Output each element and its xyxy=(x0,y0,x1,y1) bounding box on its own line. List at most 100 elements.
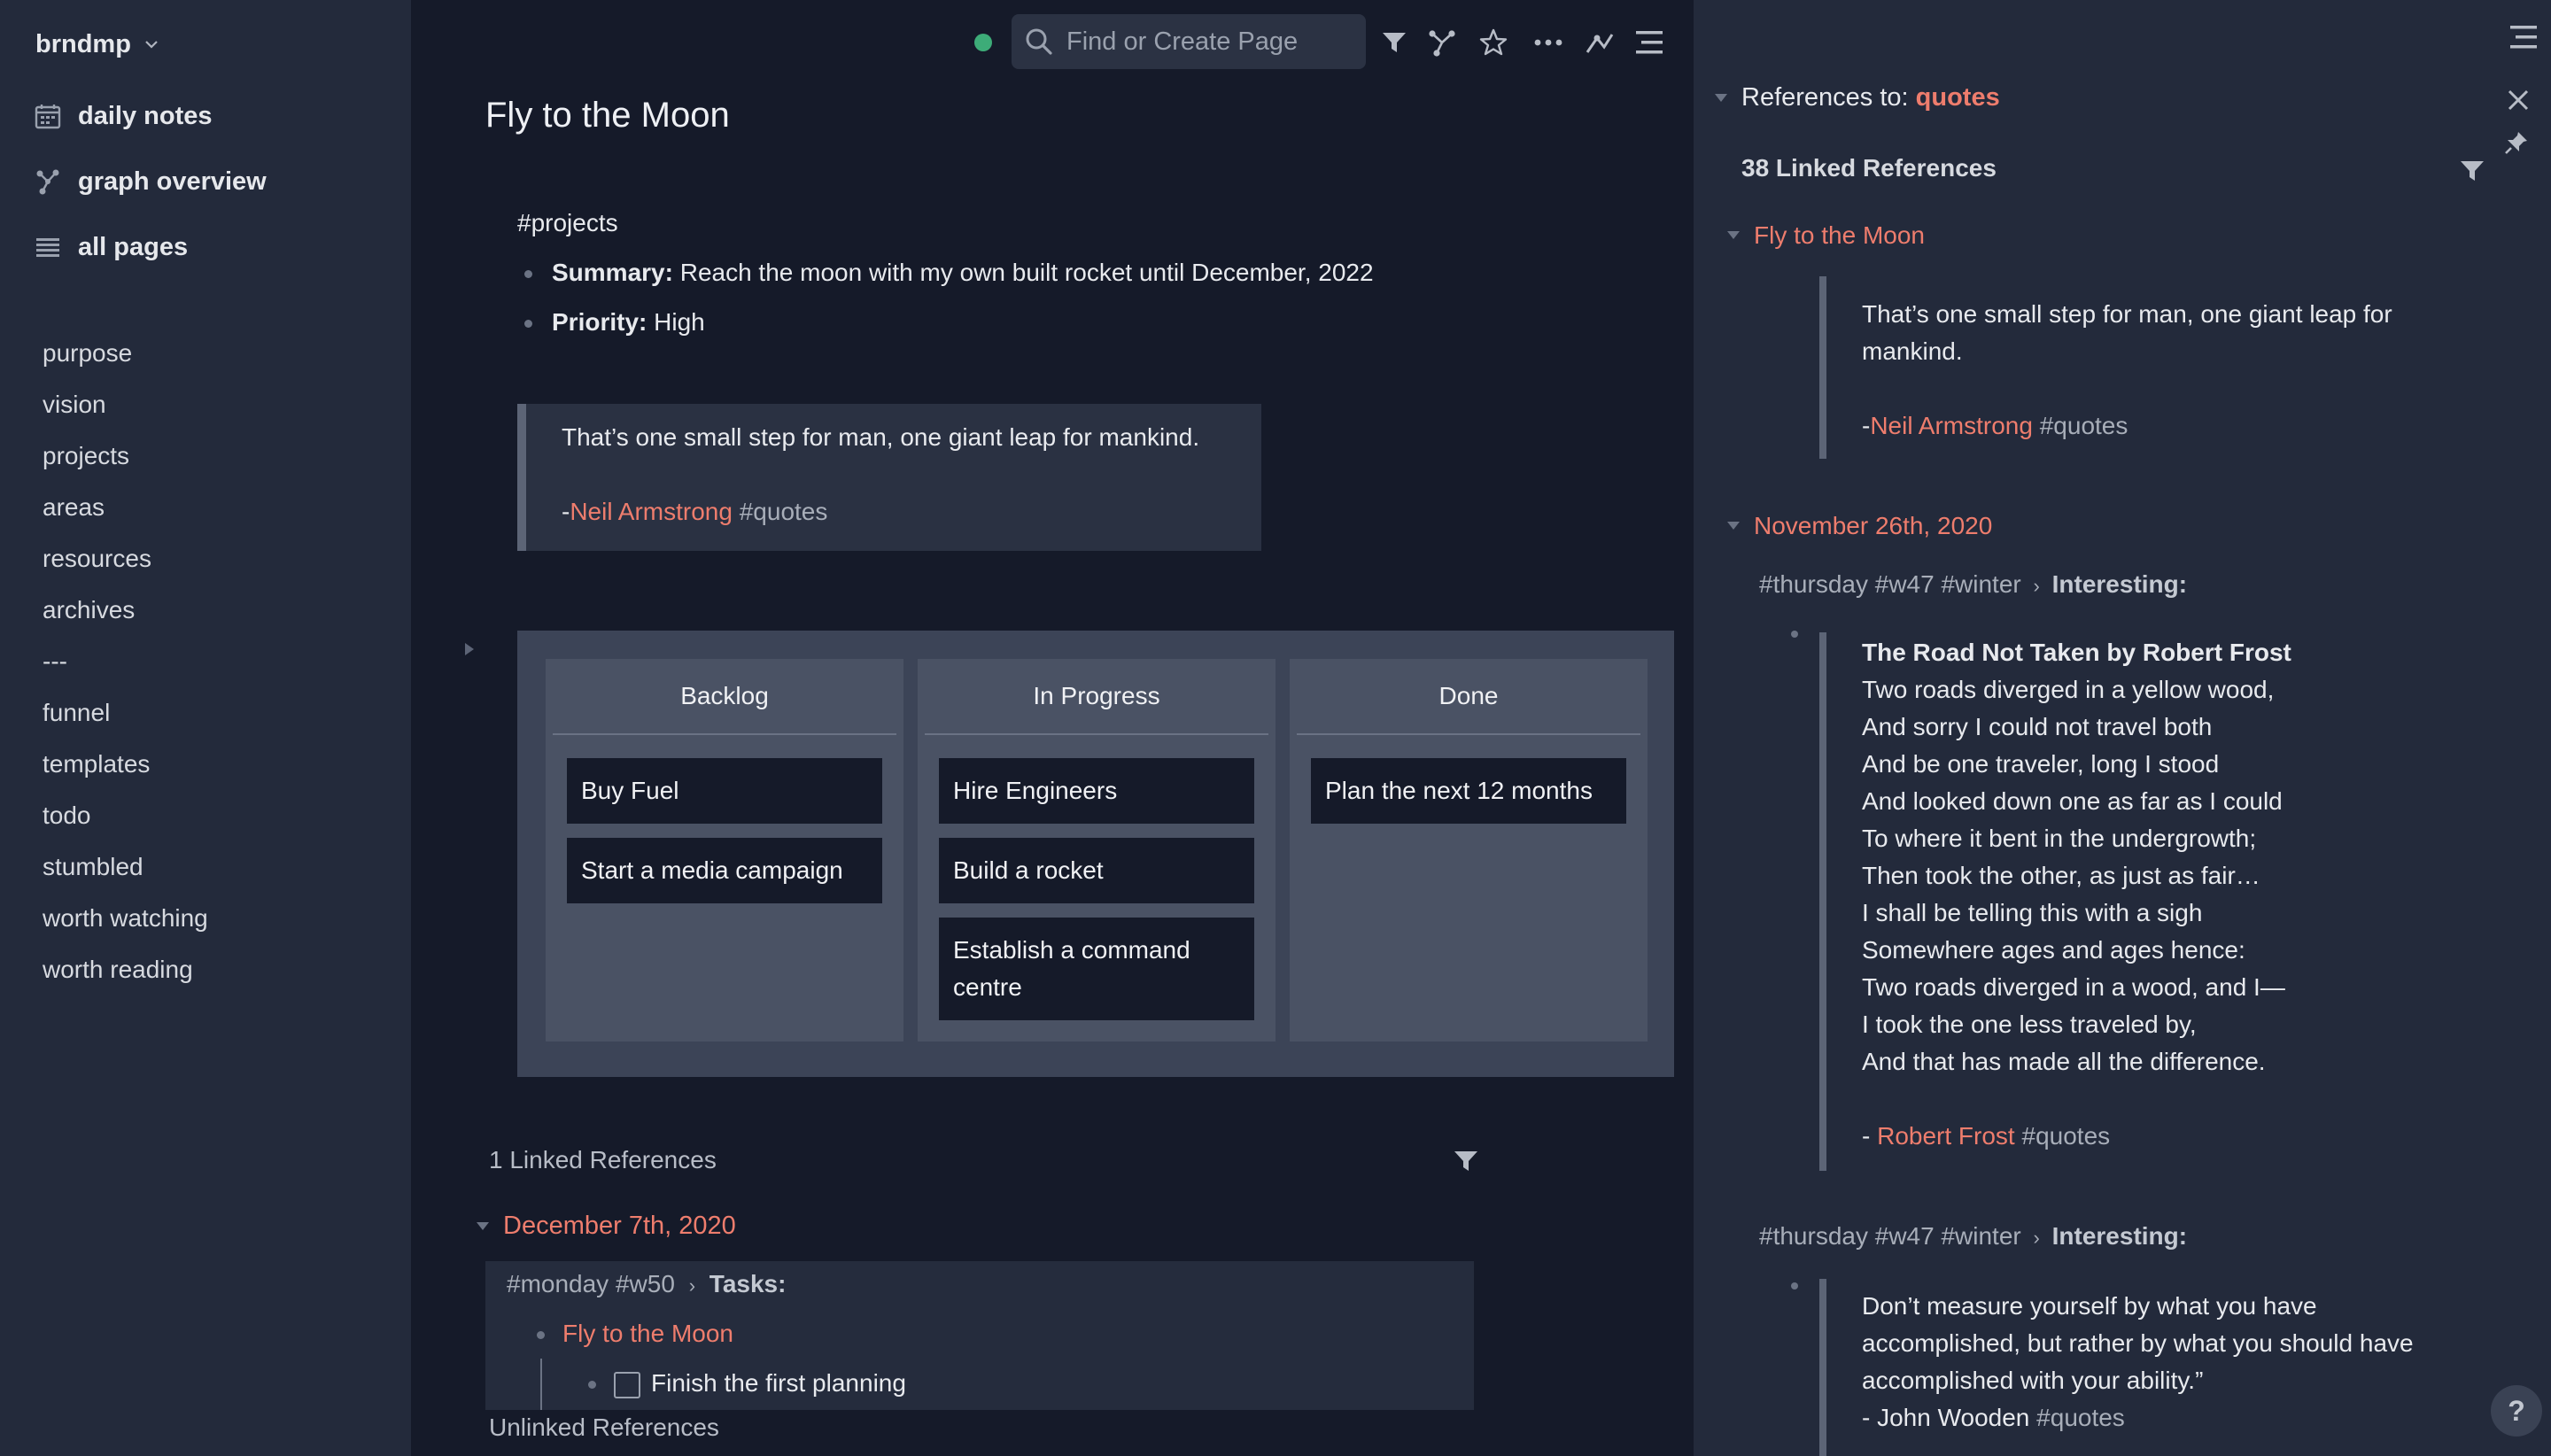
kanban-card[interactable]: Hire Engineers xyxy=(939,758,1254,824)
projects-tag[interactable]: #projects xyxy=(517,209,618,237)
author-link[interactable]: Neil Armstrong xyxy=(570,498,733,525)
quote-attribution: -Neil Armstrong #quotes xyxy=(562,498,827,526)
todo-block[interactable]: Finish the first planning xyxy=(588,1369,906,1398)
nav-label: daily notes xyxy=(78,101,213,130)
shortcut-item[interactable]: purpose xyxy=(43,328,208,379)
shortcut-item[interactable]: stumbled xyxy=(43,841,208,893)
shortcut-item[interactable]: funnel xyxy=(43,687,208,739)
poem-line: Two roads diverged in a yellow wood, xyxy=(1862,676,2275,703)
author-link[interactable]: Robert Frost xyxy=(1877,1122,2015,1150)
priority-block[interactable]: Priority: High xyxy=(524,308,705,337)
ref-group-title[interactable]: Fly to the Moon xyxy=(1754,221,1925,250)
quotes-tag[interactable]: #quotes xyxy=(2015,1122,2110,1150)
caret-down-icon[interactable] xyxy=(1725,228,1741,244)
filter-icon[interactable] xyxy=(2459,158,2485,184)
filter-icon[interactable] xyxy=(1378,27,1410,58)
nav-label: graph overview xyxy=(78,167,267,196)
linked-ref-group[interactable]: December 7th, 2020 xyxy=(475,1212,736,1241)
shortcut-item[interactable]: templates xyxy=(43,739,208,790)
ref-group-header[interactable]: November 26th, 2020 xyxy=(1725,512,1992,540)
ref-group-header[interactable]: Fly to the Moon xyxy=(1725,221,1925,250)
nav-all-pages[interactable]: all pages xyxy=(34,227,188,267)
caret-down-icon[interactable] xyxy=(1725,518,1741,534)
ref-quote-block[interactable]: That’s one small step for man, one giant… xyxy=(1862,296,2392,445)
search-input[interactable]: Find or Create Page xyxy=(1012,14,1366,69)
thread-line xyxy=(540,1359,542,1410)
poem-line: To where it bent in the undergrowth; xyxy=(1862,825,2257,852)
quotes-tag[interactable]: #quotes xyxy=(2029,1404,2125,1431)
kanban-card[interactable]: Start a media campaign xyxy=(567,838,882,903)
graph-switcher[interactable]: brndmp xyxy=(35,27,159,62)
pin-icon[interactable] xyxy=(2503,129,2530,156)
help-graph-icon[interactable] xyxy=(1584,27,1616,58)
ref-group-title[interactable]: November 26th, 2020 xyxy=(1754,512,1992,540)
bullet[interactable] xyxy=(1791,631,1798,638)
quotes-tag[interactable]: #quotes xyxy=(733,498,828,525)
breadcrumb[interactable]: #thursday #w47 #winter › Interesting: xyxy=(1759,1222,2187,1251)
quote-line: accomplished, but rather by what you sho… xyxy=(1862,1329,2414,1357)
column-title[interactable]: In Progress xyxy=(925,659,1268,735)
bullet[interactable] xyxy=(1791,1282,1798,1289)
shortcut-item[interactable]: vision xyxy=(43,379,208,430)
linked-ref-body: #monday #w50 › Tasks: Fly to the Moon Fi… xyxy=(485,1261,1474,1410)
poem-line: Somewhere ages and ages hence: xyxy=(1862,936,2245,964)
bullet[interactable] xyxy=(524,320,532,329)
star-icon[interactable] xyxy=(1477,27,1509,58)
column-title[interactable]: Backlog xyxy=(553,659,896,735)
shortcut-item[interactable]: archives xyxy=(43,585,208,636)
filter-icon[interactable] xyxy=(1453,1148,1479,1174)
search-icon xyxy=(1026,28,1052,55)
kanban-card[interactable]: Build a rocket xyxy=(939,838,1254,903)
shortcut-item[interactable]: --- xyxy=(43,636,208,687)
unlinked-references-heading[interactable]: Unlinked References xyxy=(489,1413,719,1442)
nav-daily-notes[interactable]: daily notes xyxy=(34,96,213,136)
shortcut-item[interactable]: worth watching xyxy=(43,893,208,944)
poem-line: And looked down one as far as I could xyxy=(1862,787,2283,815)
caret-down-icon[interactable] xyxy=(475,1219,491,1235)
caret-right-icon[interactable] xyxy=(462,641,477,657)
kanban-card[interactable]: Plan the next 12 months xyxy=(1311,758,1626,824)
linked-references-heading: 1 Linked References xyxy=(489,1146,717,1173)
page-ref-link[interactable]: Fly to the Moon xyxy=(562,1320,733,1347)
ref-block[interactable]: Fly to the Moon xyxy=(537,1320,733,1348)
references-page-link[interactable]: quotes xyxy=(1916,83,2000,112)
quote-border xyxy=(1819,632,1837,1171)
breadcrumb[interactable]: #monday #w50 › Tasks: xyxy=(507,1270,786,1298)
kanban-card[interactable]: Buy Fuel xyxy=(567,758,882,824)
shortcuts-list: purpose vision projects areas resources … xyxy=(43,328,208,995)
wooden-quote-block[interactable]: Don’t measure yourself by what you have … xyxy=(1862,1288,2414,1437)
shortcut-item[interactable]: projects xyxy=(43,430,208,482)
column-title[interactable]: Done xyxy=(1297,659,1640,735)
graph-view-icon[interactable] xyxy=(1426,27,1458,58)
quote-border xyxy=(1819,1279,1837,1456)
right-sidebar-toggle-icon[interactable] xyxy=(1633,27,1665,58)
list-icon xyxy=(36,238,59,257)
breadcrumb[interactable]: #thursday #w47 #winter › Interesting: xyxy=(1759,570,2187,599)
priority-label: Priority: xyxy=(552,308,647,336)
shortcut-item[interactable]: areas xyxy=(43,482,208,533)
linked-ref-date[interactable]: December 7th, 2020 xyxy=(503,1212,736,1241)
sidebar-menu-icon[interactable] xyxy=(2508,23,2539,51)
page-title[interactable]: Fly to the Moon xyxy=(485,96,730,136)
close-icon[interactable] xyxy=(2507,89,2530,112)
caret-down-icon[interactable] xyxy=(1713,90,1729,106)
quotes-tag[interactable]: #quotes xyxy=(2033,412,2128,439)
priority-text: High xyxy=(647,308,705,336)
bullet[interactable] xyxy=(537,1331,545,1340)
shortcut-item[interactable]: worth reading xyxy=(43,944,208,995)
more-icon[interactable] xyxy=(1532,27,1564,58)
help-button[interactable]: ? xyxy=(2491,1385,2542,1437)
nav-graph-overview[interactable]: graph overview xyxy=(34,161,267,202)
shortcut-item[interactable]: todo xyxy=(43,790,208,841)
kanban-card[interactable]: Establish a command centre xyxy=(939,918,1254,1020)
bullet[interactable] xyxy=(588,1381,596,1390)
bullet[interactable] xyxy=(524,270,532,279)
breadcrumb-target: Interesting: xyxy=(2051,570,2188,598)
poem-block[interactable]: The Road Not Taken by Robert Frost Two r… xyxy=(1862,634,2291,1155)
todo-checkbox[interactable] xyxy=(614,1371,640,1398)
summary-block[interactable]: Summary: Reach the moon with my own buil… xyxy=(524,259,1374,287)
shortcut-item[interactable]: resources xyxy=(43,533,208,585)
quote-block[interactable]: That’s one small step for man, one giant… xyxy=(517,404,1261,551)
references-header[interactable]: References to: quotes xyxy=(1713,83,2000,112)
author-link[interactable]: Neil Armstrong xyxy=(1870,412,2033,439)
